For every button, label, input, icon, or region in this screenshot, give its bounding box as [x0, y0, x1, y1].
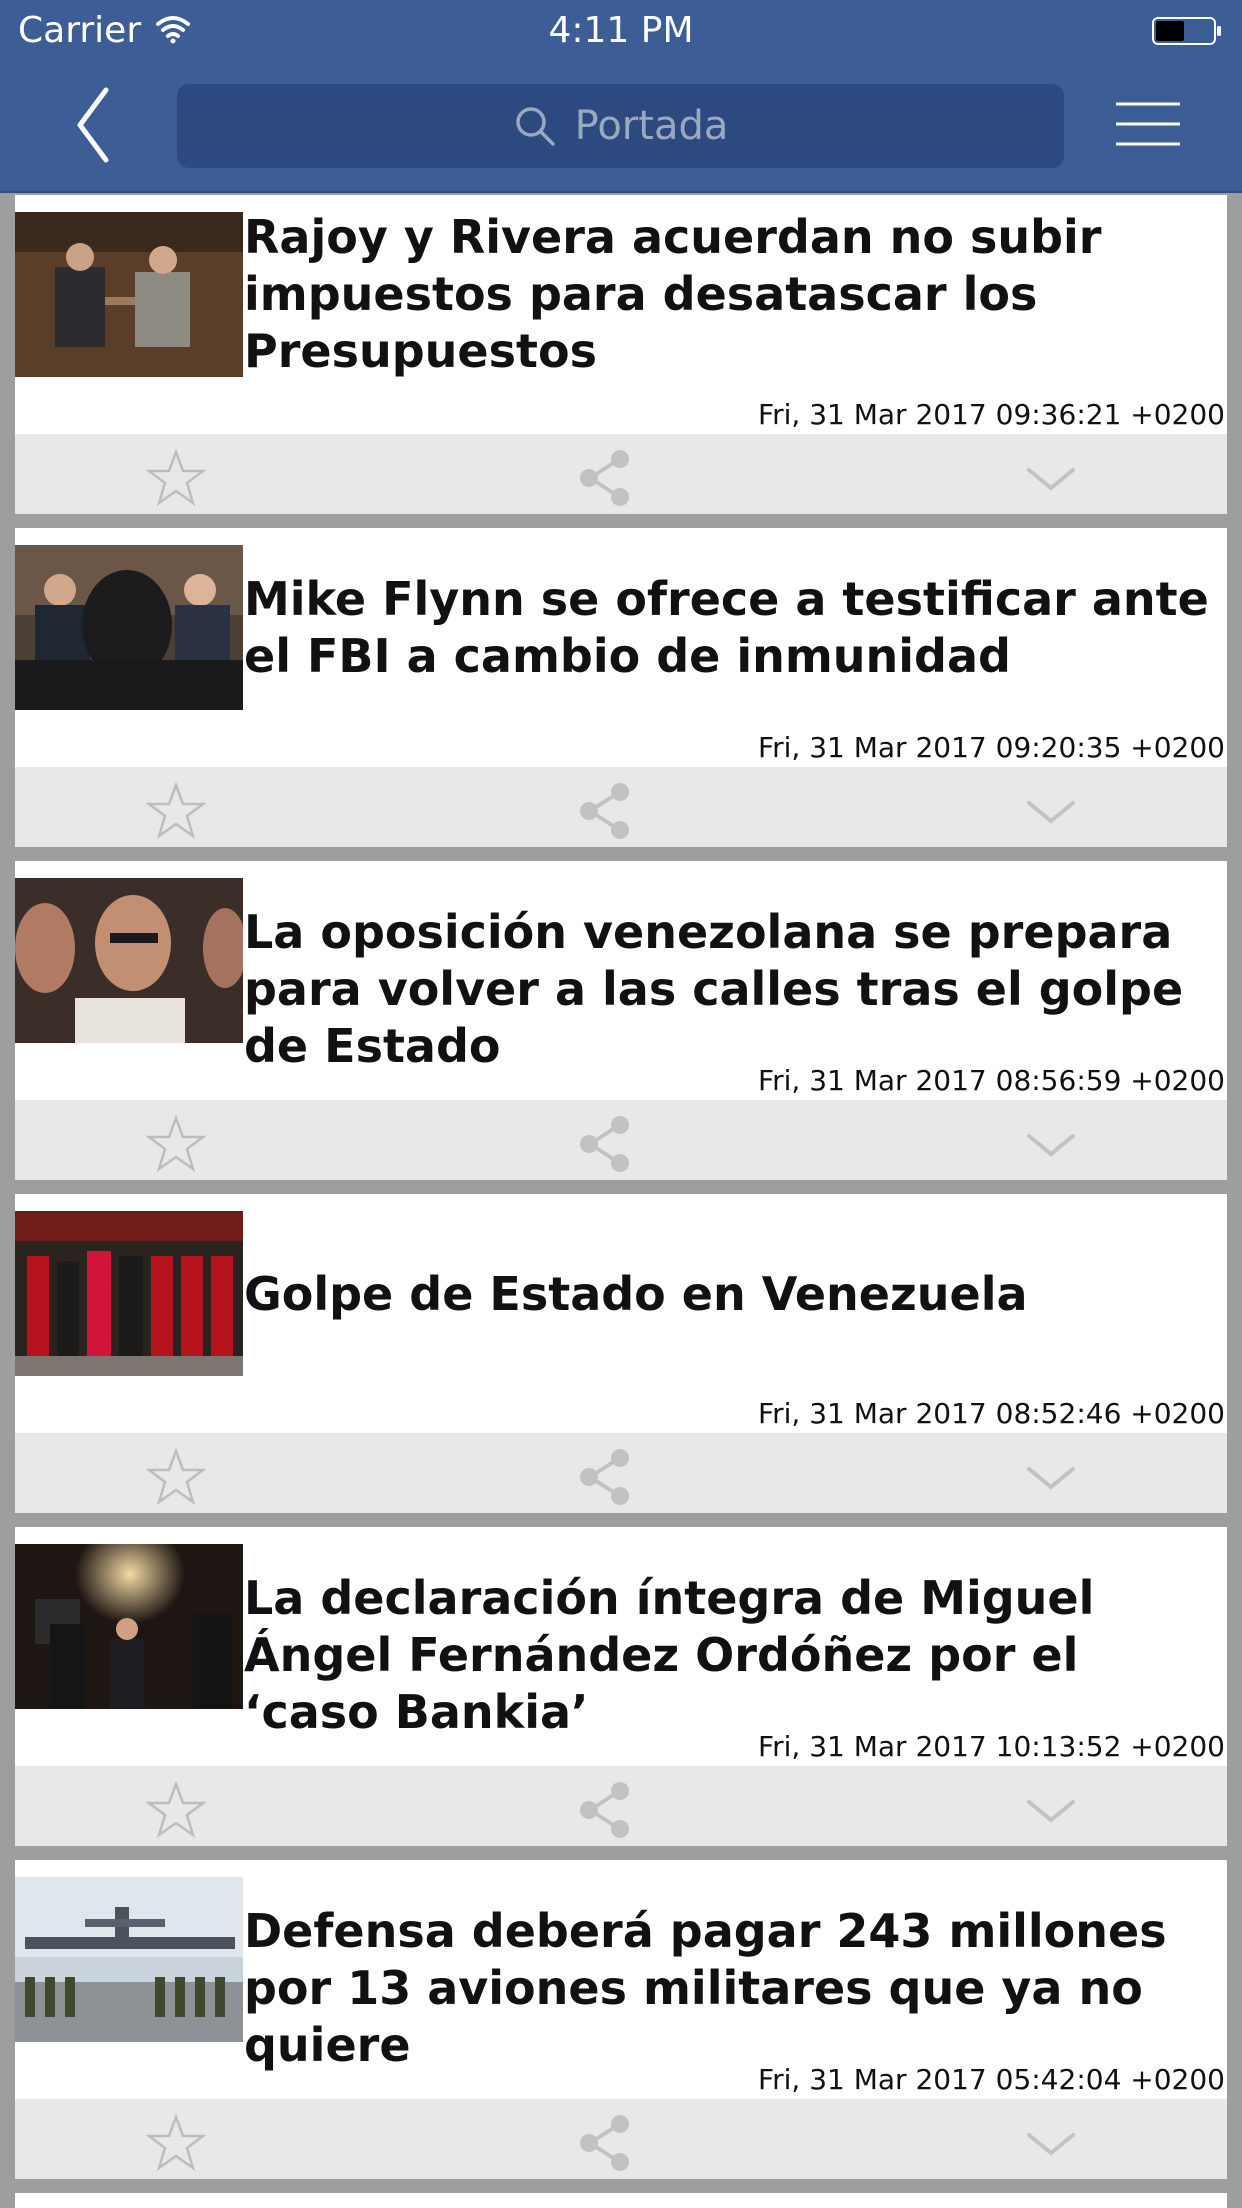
top-bar: Carrier 4:11 PM Portada: [0, 0, 1242, 193]
share-icon[interactable]: [576, 1114, 636, 1174]
article-action-bar: [15, 1766, 1227, 1846]
article-card[interactable]: Defensa deberá pagar 243 millones por 13…: [15, 1860, 1227, 2179]
article-action-bar: [15, 1433, 1227, 1513]
article-card-partial[interactable]: [15, 2193, 1227, 2208]
article-date: Fri, 31 Mar 2017 08:56:59 +0200: [758, 1064, 1225, 1097]
article-date: Fri, 31 Mar 2017 09:36:21 +0200: [758, 398, 1225, 431]
article-card[interactable]: Rajoy y Rivera acuerdan no subir impuest…: [15, 195, 1227, 514]
article-thumbnail[interactable]: [15, 1877, 243, 2042]
article-card[interactable]: La declaración íntegra de Miguel Ángel F…: [15, 1527, 1227, 1846]
star-icon[interactable]: [146, 781, 206, 841]
article-thumbnail[interactable]: [15, 1211, 243, 1376]
star-icon[interactable]: [146, 1447, 206, 1507]
article-title[interactable]: Golpe de Estado en Venezuela: [244, 1266, 1224, 1323]
search-icon: [515, 107, 555, 146]
star-icon[interactable]: [146, 1780, 206, 1840]
article-action-bar: [15, 767, 1227, 847]
chevron-down-icon[interactable]: [1021, 2113, 1081, 2173]
share-icon[interactable]: [576, 1447, 636, 1507]
article-card[interactable]: La oposición venezolana se prepara para …: [15, 861, 1227, 1180]
star-icon[interactable]: [146, 2113, 206, 2173]
share-icon[interactable]: [576, 448, 636, 508]
share-icon[interactable]: [576, 1780, 636, 1840]
article-date: Fri, 31 Mar 2017 05:42:04 +0200: [758, 2063, 1225, 2096]
search-placeholder: Portada: [574, 103, 729, 149]
chevron-down-icon[interactable]: [1021, 448, 1081, 508]
star-icon[interactable]: [146, 448, 206, 508]
chevron-down-icon[interactable]: [1021, 1780, 1081, 1840]
chevron-down-icon[interactable]: [1021, 781, 1081, 841]
search-field[interactable]: Portada: [177, 84, 1064, 168]
chevron-down-icon[interactable]: [1021, 1447, 1081, 1507]
navigation-bar: Portada: [0, 60, 1242, 193]
article-date: Fri, 31 Mar 2017 09:20:35 +0200: [758, 731, 1225, 764]
article-card[interactable]: Mike Flynn se ofrece a testificar ante e…: [15, 528, 1227, 847]
article-title[interactable]: Rajoy y Rivera acuerdan no subir impuest…: [244, 209, 1224, 380]
back-button[interactable]: [60, 80, 120, 170]
clock: 4:11 PM: [548, 10, 694, 51]
article-title[interactable]: La declaración íntegra de Miguel Ángel F…: [244, 1570, 1224, 1741]
article-action-bar: [15, 1100, 1227, 1180]
article-date: Fri, 31 Mar 2017 10:13:52 +0200: [758, 1730, 1225, 1763]
article-date: Fri, 31 Mar 2017 08:52:46 +0200: [758, 1397, 1225, 1430]
star-icon[interactable]: [146, 1114, 206, 1174]
article-action-bar: [15, 2099, 1227, 2179]
share-icon[interactable]: [576, 2113, 636, 2173]
hamburger-menu-icon[interactable]: [1114, 100, 1182, 148]
article-action-bar: [15, 434, 1227, 514]
article-card[interactable]: Golpe de Estado en Venezuela Fri, 31 Mar…: [15, 1194, 1227, 1513]
article-title[interactable]: Mike Flynn se ofrece a testificar ante e…: [244, 571, 1224, 685]
battery-icon: [1152, 17, 1221, 45]
chevron-down-icon[interactable]: [1021, 1114, 1081, 1174]
article-thumbnail[interactable]: [15, 878, 243, 1043]
article-title[interactable]: La oposición venezolana se prepara para …: [244, 904, 1224, 1075]
article-title[interactable]: Defensa deberá pagar 243 millones por 13…: [244, 1903, 1224, 2074]
status-bar: Carrier 4:11 PM: [0, 0, 1242, 60]
article-thumbnail[interactable]: [15, 212, 243, 377]
article-thumbnail[interactable]: [15, 545, 243, 710]
article-thumbnail[interactable]: [15, 1544, 243, 1709]
share-icon[interactable]: [576, 781, 636, 841]
